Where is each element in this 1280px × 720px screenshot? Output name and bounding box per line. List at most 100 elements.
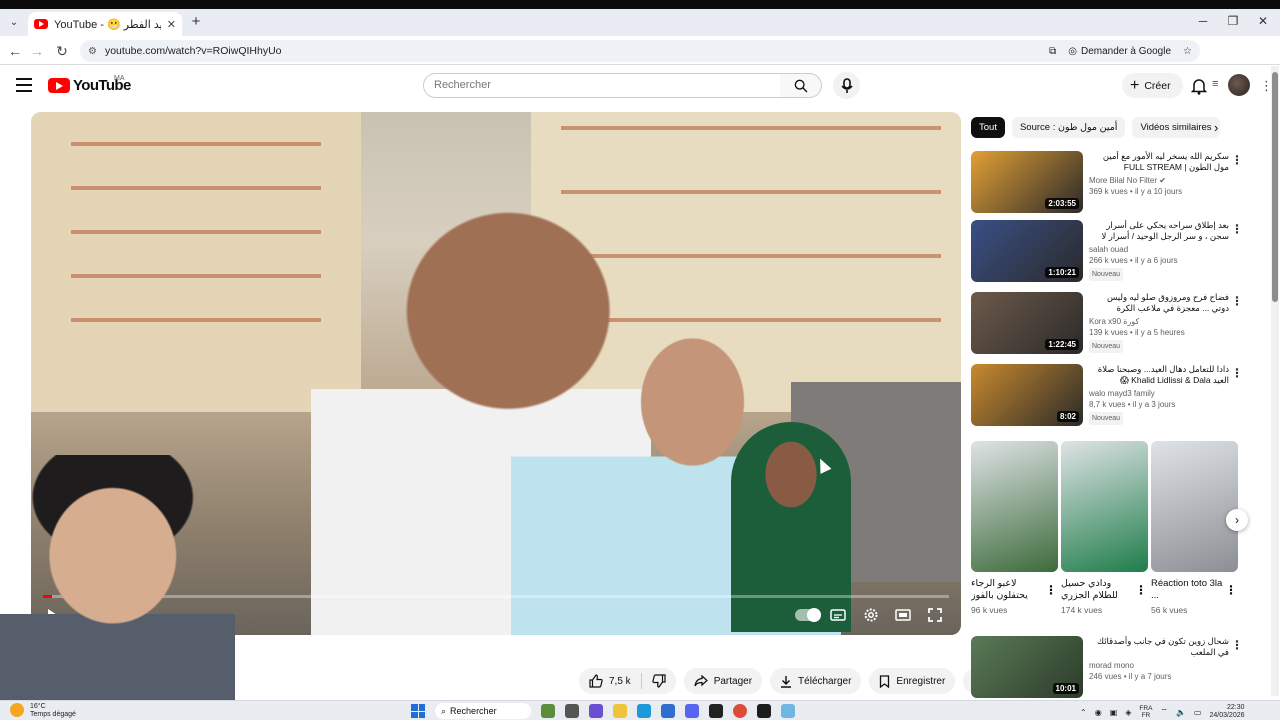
restore-window-button[interactable]: ❐ [1218, 14, 1248, 28]
video-thumbnail[interactable]: 10:01 [971, 636, 1083, 698]
recommendation-item[interactable]: 1:10:21 بعد إطلاق سراحه يحكي على أسرار سج… [971, 220, 1243, 282]
like-button[interactable]: 7,5 k [579, 668, 641, 694]
filter-chip[interactable]: Vidéos similaires [1132, 117, 1220, 138]
create-button[interactable]: + Créer [1122, 73, 1183, 98]
more-vertical-icon[interactable]: ⋮ [1231, 294, 1243, 308]
short-item[interactable]: ودادي حسيل للطلام الجزري 174 k vues ⋮ [1061, 441, 1148, 615]
channel-name[interactable]: salah ouad [1089, 244, 1229, 255]
account-avatar[interactable] [1228, 74, 1250, 96]
tray-app-icon[interactable]: ◈ [1125, 708, 1131, 717]
autoplay-toggle[interactable] [791, 604, 825, 626]
weather-widget[interactable]: 16°C Temps dégagé [10, 703, 76, 719]
download-button[interactable]: Télécharger [770, 668, 862, 694]
tray-app-icon[interactable]: ◉ [1095, 708, 1102, 717]
share-button[interactable]: Partager [683, 668, 763, 694]
guide-menu-icon[interactable] [16, 78, 32, 92]
tab-list-button[interactable]: ⌄ [6, 15, 22, 31]
more-vertical-icon[interactable]: ⋮ [1231, 366, 1243, 380]
ask-google-button[interactable]: ◎ Demander à Google [1068, 46, 1171, 57]
discord-icon[interactable] [685, 704, 699, 718]
video-title[interactable]: فضاح فرح ومروزوق صلو ليه وليس دوتي ... م… [1089, 292, 1229, 314]
recommendation-item[interactable]: 1:22:45 فضاح فرح ومروزوق صلو ليه وليس دوت… [971, 292, 1243, 354]
video-thumbnail[interactable]: 8:02 [971, 364, 1083, 426]
volume-icon[interactable]: 🔈 [1176, 708, 1186, 717]
terminal-icon[interactable] [757, 704, 771, 718]
filter-chip[interactable]: Source : أمين مول طون [1011, 117, 1126, 138]
channel-name[interactable]: walo mayd3 family [1089, 388, 1229, 399]
tab-close-icon[interactable]: ✕ [167, 18, 176, 31]
video-thumbnail[interactable]: 1:10:21 [971, 220, 1083, 282]
bookmark-star-icon[interactable]: ☆ [1183, 46, 1192, 57]
app-icon[interactable] [709, 704, 723, 718]
minimize-window-button[interactable]: ─ [1188, 14, 1218, 28]
page-scrollbar[interactable] [1271, 66, 1279, 696]
shorts-shelf: لاعبو الرجاء يحتفلون بالفوز 96 k vues ⋮ ودا… [971, 441, 1241, 626]
battery-icon[interactable]: ▭ [1194, 708, 1202, 717]
channel-name[interactable]: More Bilal No Filter ✔ [1089, 175, 1229, 186]
short-thumbnail[interactable] [1151, 441, 1238, 572]
store-app-icon[interactable] [661, 704, 675, 718]
tray-overflow-icon[interactable]: ⌃ [1080, 708, 1087, 717]
channel-name[interactable]: morad mono [1089, 660, 1229, 671]
app-window-icon[interactable] [781, 704, 795, 718]
voice-search-button[interactable] [833, 72, 860, 99]
video-thumbnail[interactable]: 1:22:45 [971, 292, 1083, 354]
widgets-app-icon[interactable] [541, 704, 555, 718]
tray-app-icon[interactable]: ▣ [1110, 708, 1118, 717]
file-explorer-icon[interactable] [613, 704, 627, 718]
dislike-button[interactable] [642, 668, 676, 694]
fullscreen-button[interactable] [924, 604, 946, 626]
search-input[interactable]: Rechercher [423, 73, 781, 98]
short-item[interactable]: Réaction toto 3la ... 56 k vues ⋮ [1151, 441, 1238, 615]
task-view-icon[interactable] [565, 704, 579, 718]
search-button[interactable] [780, 73, 822, 98]
short-thumbnail[interactable] [1061, 441, 1148, 572]
input-language[interactable]: FRA FR [1139, 705, 1152, 719]
reload-button[interactable]: ↻ [53, 42, 71, 60]
short-item[interactable]: لاعبو الرجاء يحتفلون بالفوز 96 k vues ⋮ [971, 441, 1058, 615]
video-thumbnail[interactable]: 2:03:55 [971, 151, 1083, 213]
video-title[interactable]: شحال زوين تكون في جانب وأصدقائك في الملع… [1089, 636, 1229, 658]
address-bar[interactable]: ⚙ youtube.com/watch?v=ROiwQIHhyUo ⧉ ◎ De… [80, 40, 1200, 62]
recommendation-item-bottom[interactable]: 10:01 شحال زوين تكون في جانب وأصدقائك في… [971, 636, 1243, 698]
short-title[interactable]: ودادي حسيل للطلام الجزري [1061, 578, 1133, 602]
forward-button[interactable]: → [28, 42, 46, 60]
more-vertical-icon[interactable]: ⋮ [1045, 583, 1057, 597]
more-vertical-icon[interactable]: ⋮ [1135, 583, 1147, 597]
recommendation-item[interactable]: 8:02 دادا للتعامل دهال العيد... وصبحنا صل… [971, 364, 1243, 426]
recommendation-item[interactable]: 2:03:55 سكريم الله يسخر ليه الأمور مع أمي… [971, 151, 1243, 213]
channel-name[interactable]: Kora x90 كورة [1089, 316, 1229, 327]
windows-start-icon[interactable] [411, 704, 425, 718]
settings-button[interactable] [860, 604, 882, 626]
cast-icon[interactable]: ⧉ [1049, 46, 1056, 57]
short-title[interactable]: Réaction toto 3la ... [1151, 578, 1223, 602]
close-window-button[interactable]: ✕ [1248, 14, 1278, 28]
video-title[interactable]: بعد إطلاق سراحه يحكي على أسرار سجن ، و س… [1089, 220, 1229, 242]
short-thumbnail[interactable] [971, 441, 1058, 572]
teams-chat-icon[interactable] [589, 704, 603, 718]
save-button[interactable]: Enregistrer [869, 668, 956, 694]
scrollbar-thumb[interactable] [1272, 72, 1278, 302]
back-button[interactable]: ← [6, 42, 24, 60]
more-vertical-icon[interactable]: ⋮ [1231, 638, 1243, 652]
taskbar-search[interactable]: ⌕ Rechercher [435, 703, 531, 719]
edge-browser-icon[interactable] [637, 704, 651, 718]
new-tab-button[interactable]: + [187, 13, 205, 31]
notifications-bell-icon[interactable] [1191, 77, 1207, 95]
chrome-icon[interactable] [733, 704, 747, 718]
more-vertical-icon[interactable]: ⋮ [1231, 222, 1243, 236]
more-vertical-icon[interactable]: ⋮ [1231, 153, 1243, 167]
video-title[interactable]: دادا للتعامل دهال العيد... وصبحنا صلاة ا… [1089, 364, 1229, 386]
theater-mode-button[interactable] [892, 604, 914, 626]
site-info-icon[interactable]: ⚙ [88, 46, 97, 57]
video-title[interactable]: سكريم الله يسخر ليه الأمور مع أمين مول ا… [1089, 151, 1229, 173]
clock[interactable]: 22:30 24/03/2026 [1209, 704, 1244, 720]
chevron-right-icon[interactable]: › [1214, 120, 1218, 135]
filter-chip[interactable]: Tout [971, 117, 1005, 138]
browser-tab-active[interactable]: YouTube - 😬 اجواء عيد الفطر ✕ [28, 12, 182, 36]
short-title[interactable]: لاعبو الرجاء يحتفلون بالفوز [971, 578, 1043, 602]
more-vertical-icon[interactable]: ⋮ [1225, 583, 1237, 597]
network-icon[interactable]: ⌔ [1160, 707, 1168, 717]
shorts-next-button[interactable]: › [1226, 509, 1248, 531]
subtitles-button[interactable] [827, 604, 849, 626]
